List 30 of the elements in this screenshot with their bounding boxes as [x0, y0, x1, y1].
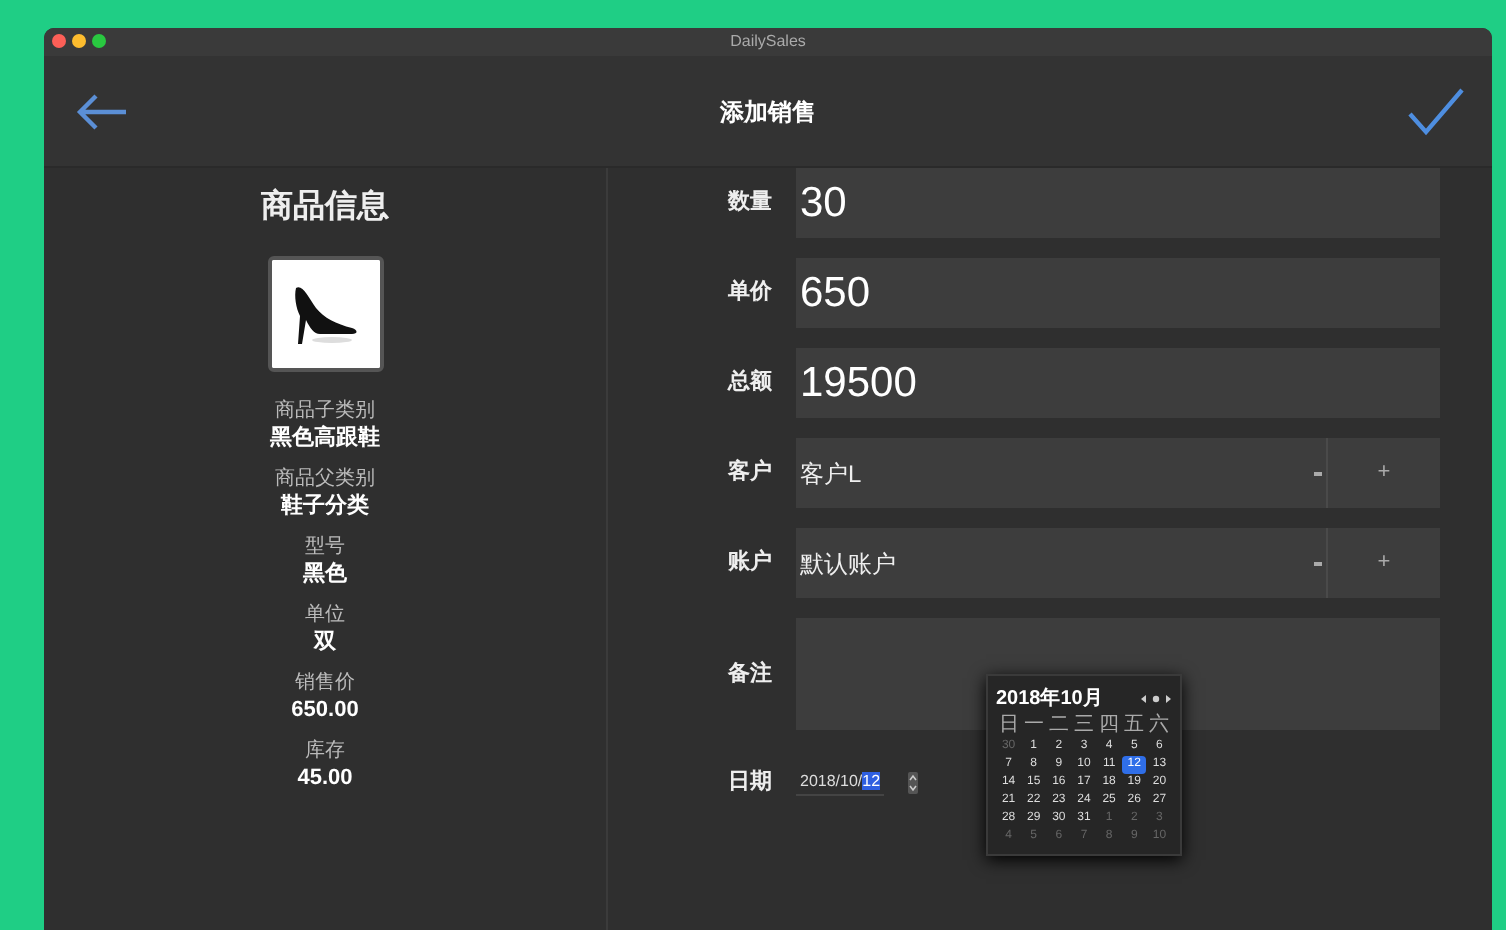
- weekday-label: 三: [1071, 714, 1096, 738]
- field-value: 黑色高跟鞋: [270, 424, 380, 452]
- weekday-label: 六: [1147, 714, 1172, 738]
- weekday-label: 日: [996, 714, 1021, 738]
- field-label: 商品子类别: [275, 400, 375, 424]
- section-title: 商品信息: [261, 186, 389, 228]
- field-label: 库存: [305, 740, 345, 764]
- field-value: 黑色: [303, 560, 347, 588]
- field-value: 650.00: [291, 696, 359, 724]
- field-value: 45.00: [297, 764, 353, 792]
- weekday-label: 一: [1021, 714, 1046, 738]
- field-label: 单价: [726, 277, 772, 309]
- field-label: 数量: [725, 188, 772, 219]
- field-value: 双: [314, 628, 336, 656]
- field-label: 型号: [305, 536, 345, 560]
- field-label: 账户: [726, 547, 772, 579]
- field-value: 鞋子分类: [281, 492, 369, 520]
- field-label: 商品父类别: [275, 468, 375, 492]
- field-label: 销售价: [295, 672, 355, 696]
- calendar-month: 2018年10月: [996, 685, 1103, 714]
- window-title: DailySales: [730, 30, 806, 54]
- field-label: 总额: [725, 367, 772, 399]
- page-title: 添加销售: [720, 95, 816, 129]
- field-label: 日期: [726, 767, 772, 798]
- field-label: 备注: [726, 659, 772, 690]
- weekday-label: 五: [1122, 714, 1147, 738]
- field-label: 单位: [305, 604, 345, 628]
- field-label: 客户: [726, 457, 772, 489]
- weekday-label: 四: [1097, 714, 1122, 738]
- weekday-label: 二: [1046, 714, 1071, 738]
